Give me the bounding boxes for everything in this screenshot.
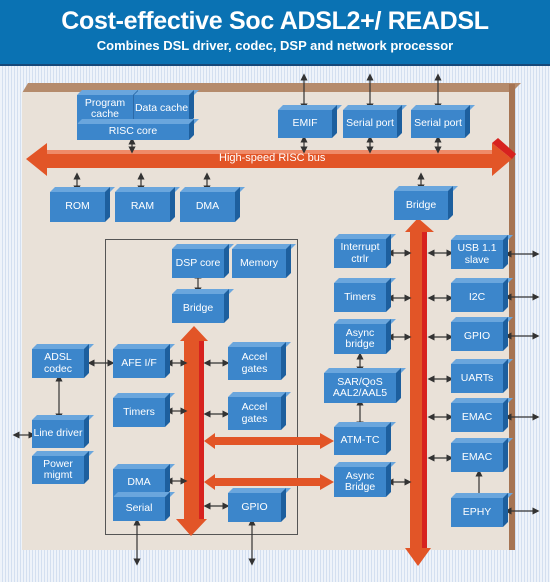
dsp-to-atm-link — [204, 433, 334, 449]
usb-block[interactable]: USB 1.1 slave — [451, 240, 503, 269]
sar-qos-block[interactable]: SAR/QoS AAL2/AAL5 — [324, 373, 396, 403]
async-bridge-block-2[interactable]: Async Bridge — [334, 467, 386, 497]
memory-block[interactable]: Memory — [232, 249, 286, 278]
emif-block[interactable]: EMIF — [278, 110, 332, 138]
emac-block-1[interactable]: EMAC — [451, 403, 503, 432]
atm-tc-block[interactable]: ATM-TC — [334, 427, 386, 455]
risc-core-block[interactable]: RISC core — [77, 123, 189, 140]
line-driver-block[interactable]: Line driver — [32, 420, 84, 448]
accel-gates-block-2[interactable]: Accel gates — [228, 397, 281, 430]
bus-label: High-speed RISC bus — [219, 152, 326, 164]
adsl-codec-block[interactable]: ADSL codec — [32, 349, 84, 378]
async-bridge-block-1[interactable]: Async bridge — [334, 324, 386, 354]
ephy-block[interactable]: EPHY — [451, 498, 503, 527]
serial-port-block-1[interactable]: Serial port — [343, 110, 397, 138]
timers-block-dsp[interactable]: Timers — [113, 398, 165, 427]
accel-gates-block-1[interactable]: Accel gates — [228, 347, 281, 380]
serial-port-block-2[interactable]: Serial port — [411, 110, 465, 138]
dma-block-top[interactable]: DMA — [180, 192, 235, 222]
bridge-block-right[interactable]: Bridge — [394, 191, 448, 220]
emac-block-2[interactable]: EMAC — [451, 443, 503, 472]
afe-if-block[interactable]: AFE I/F — [113, 349, 165, 378]
rom-block[interactable]: ROM — [50, 192, 105, 222]
dsp-core-block[interactable]: DSP core — [172, 249, 224, 278]
gpio-block-right[interactable]: GPIO — [451, 322, 503, 351]
power-mgmt-block[interactable]: Power migmt — [32, 456, 84, 484]
i2c-block[interactable]: I2C — [451, 283, 503, 312]
dsp-bus-vertical — [176, 326, 208, 536]
peripheral-bus-vertical — [405, 218, 434, 566]
uarts-block[interactable]: UARTs — [451, 364, 503, 393]
bridge-block-dsp[interactable]: Bridge — [172, 294, 224, 323]
timers-block-right[interactable]: Timers — [334, 283, 386, 312]
gpio-block-dsp[interactable]: GPIO — [228, 493, 281, 522]
interrupt-controller-block[interactable]: Interrupt ctrlr — [334, 239, 386, 268]
ram-block[interactable]: RAM — [115, 192, 170, 222]
serial-block-dsp[interactable]: Serial — [113, 496, 165, 521]
